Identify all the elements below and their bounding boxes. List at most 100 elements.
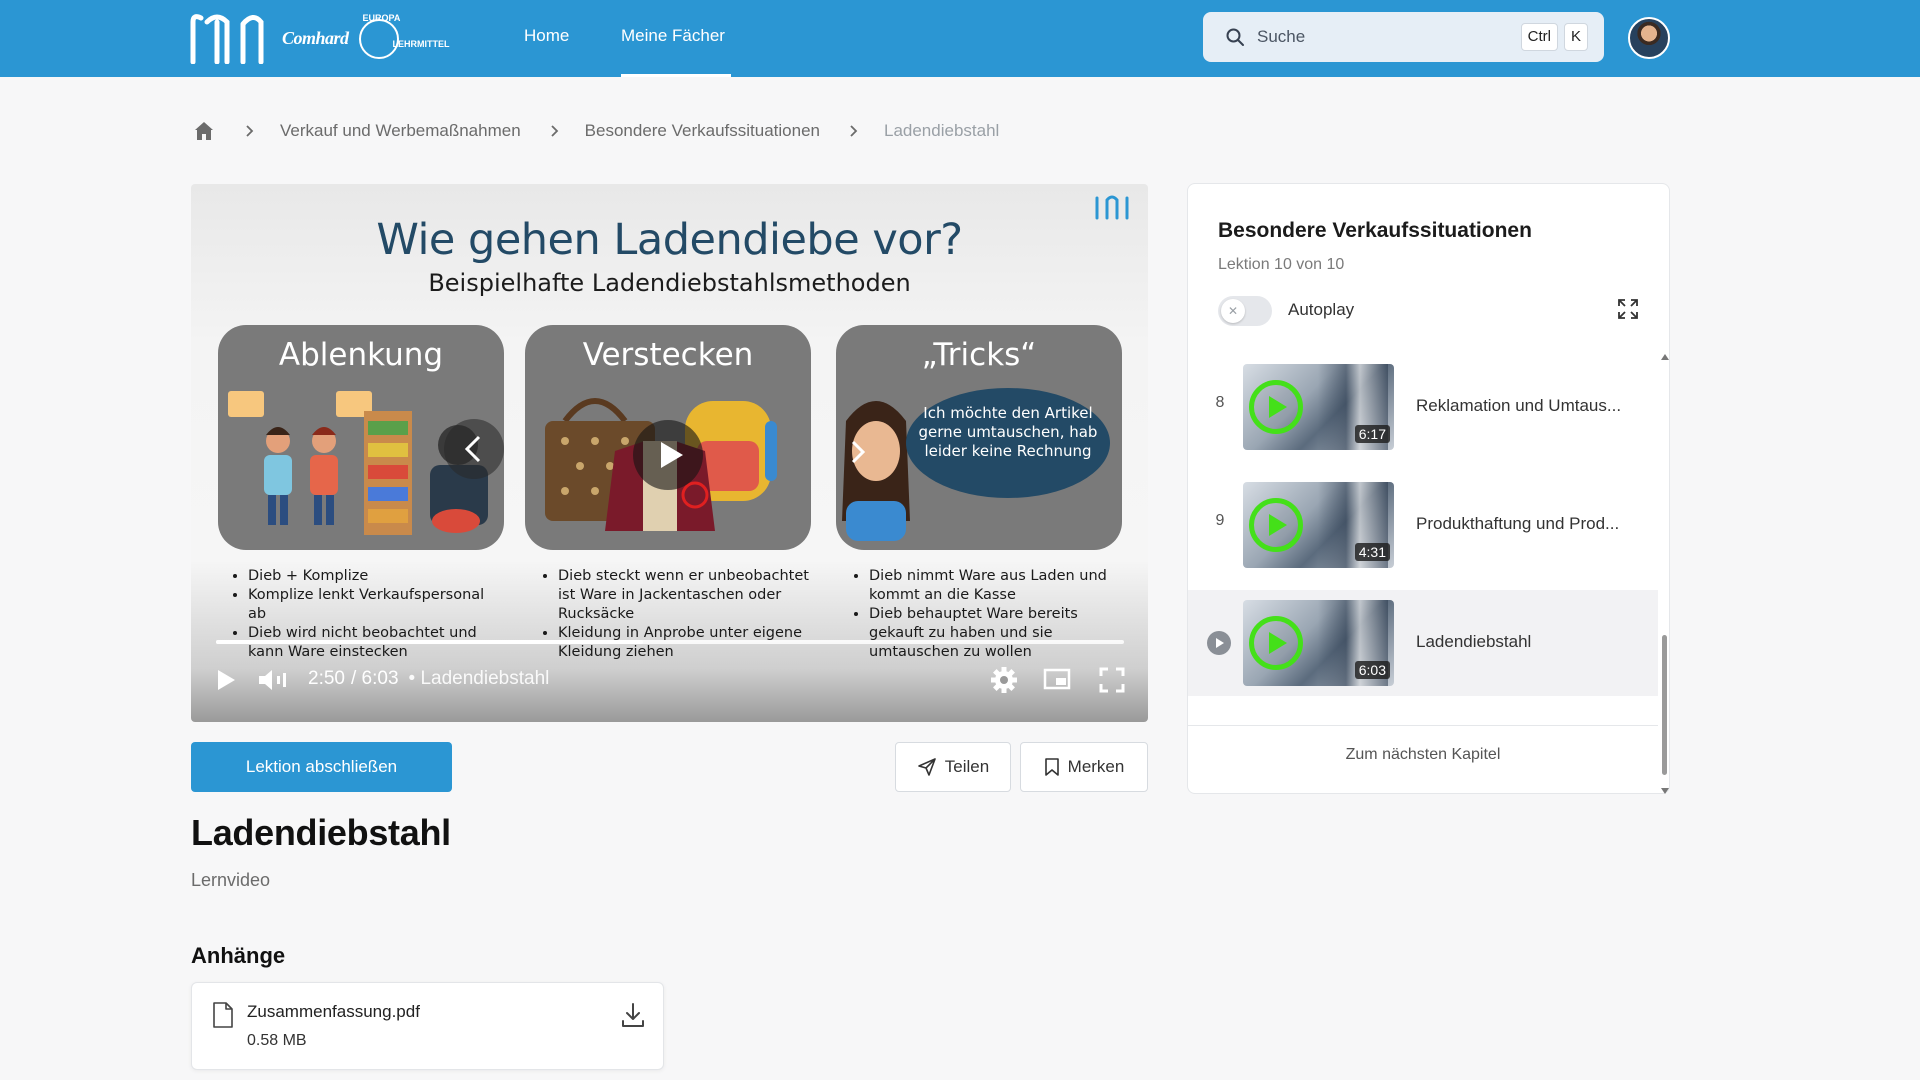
- scroll-up-icon[interactable]: [1661, 354, 1669, 360]
- lesson-thumbnail: 4:31: [1243, 482, 1394, 568]
- settings-gear-icon[interactable]: [990, 666, 1018, 694]
- shortcut-ctrl-key: Ctrl: [1520, 23, 1558, 51]
- lesson-playlist-panel: Besondere Verkaufssituationen Lektion 10…: [1187, 183, 1670, 794]
- attachment-name: Zusammenfassung.pdf: [247, 1002, 420, 1021]
- complete-lesson-button[interactable]: Lektion abschließen: [191, 742, 452, 792]
- scroll-down-icon[interactable]: [1661, 788, 1669, 794]
- file-icon: [213, 1002, 233, 1028]
- picture-in-picture-icon[interactable]: [1043, 667, 1071, 691]
- playlist-scrollbar[interactable]: [1661, 354, 1669, 794]
- attachments-heading: Anhänge: [191, 943, 286, 968]
- slide-bullets-verstecken: Dieb steckt wenn er unbeobachtet ist War…: [526, 567, 816, 662]
- lesson-duration: 6:03: [1354, 661, 1390, 679]
- lesson-type: Lernvideo: [191, 870, 271, 890]
- slide-subtitle: Beispielhafte Ladendiebstahlsmethoden: [428, 269, 911, 297]
- search-icon: [1226, 28, 1244, 46]
- lesson-counter: Lektion 10 von 10: [1218, 256, 1345, 273]
- user-avatar[interactable]: [1628, 17, 1670, 59]
- partner-logos: Comhard EUROPA LEHRMITTEL: [282, 13, 450, 61]
- lesson-list: 8 6:17 Reklamation und Umtaus... 9 4:31 …: [1188, 354, 1658, 714]
- chevron-right-icon: [551, 125, 558, 137]
- europa-lehrmittel-logo: EUROPA LEHRMITTEL: [358, 13, 450, 61]
- slide-card-title: Ablenkung: [278, 337, 444, 373]
- volume-icon[interactable]: [257, 668, 291, 692]
- breadcrumb-item-verkauf[interactable]: Verkauf und Werbemaßnahmen: [280, 121, 521, 141]
- bookmark-button[interactable]: Merken: [1020, 742, 1148, 792]
- chevron-right-icon[interactable]: [841, 432, 875, 472]
- divider: [1188, 725, 1658, 726]
- breadcrumb: Verkauf und Werbemaßnahmen Besondere Ver…: [192, 118, 999, 144]
- share-label: Teilen: [944, 757, 990, 776]
- slide-bullet: Dieb + Komplize: [248, 567, 506, 586]
- expand-icon[interactable]: [1617, 298, 1639, 320]
- scrollbar-thumb[interactable]: [1662, 635, 1667, 775]
- slide-card-title: „Tricks“: [921, 337, 1037, 373]
- lesson-thumbnail: 6:03: [1243, 600, 1394, 686]
- play-icon[interactable]: [215, 668, 237, 692]
- play-icon: [1269, 396, 1287, 418]
- bookmark-label: Merken: [1067, 757, 1125, 776]
- chevron-right-icon: [246, 125, 254, 137]
- current-time: 2:50: [308, 668, 345, 689]
- slide-card-tricks: „Tricks“ Ich möchte den Artikel gerne um…: [836, 325, 1122, 550]
- chapter-title: Besondere Verkaufssituationen: [1218, 219, 1532, 242]
- send-icon: [917, 758, 936, 776]
- play-icon: [1269, 514, 1287, 536]
- previous-slide-button[interactable]: [444, 419, 504, 479]
- lesson-title: Ladendiebstahl: [1416, 632, 1532, 651]
- slide-bullets-tricks: Dieb nimmt Ware aus Laden und kommt an d…: [837, 567, 1127, 662]
- next-chapter-link[interactable]: Zum nächsten Kapitel: [1188, 746, 1658, 764]
- list-item-active[interactable]: 6:03 Ladendiebstahl: [1188, 590, 1658, 696]
- breadcrumb-item-besondere[interactable]: Besondere Verkaufssituationen: [585, 121, 820, 141]
- list-item[interactable]: 8 6:17 Reklamation und Umtaus...: [1188, 354, 1658, 460]
- lesson-title: Reklamation und Umtaus...: [1416, 396, 1622, 415]
- video-controls: 2:50/ 6:03 • Ladendiebstahl: [191, 654, 1148, 706]
- slide-bullet: Dieb nimmt Ware aus Laden und kommt an d…: [869, 567, 1127, 605]
- play-icon: [1269, 632, 1287, 654]
- lesson-title: Produkthaftung und Prod...: [1416, 514, 1620, 533]
- slide-bullet: Dieb steckt wenn er unbeobachtet ist War…: [558, 567, 816, 624]
- share-button[interactable]: Teilen: [895, 742, 1011, 792]
- play-icon: [661, 442, 683, 468]
- nav-home[interactable]: Home: [524, 0, 574, 77]
- speech-bubble: Ich möchte den Artikel gerne umtauschen,…: [906, 388, 1110, 498]
- lesson-number: 8: [1215, 394, 1225, 411]
- video-progress-bar[interactable]: [216, 640, 1124, 644]
- nav-meine-faecher[interactable]: Meine Fächer: [621, 0, 731, 77]
- now-playing-icon: [1207, 631, 1231, 655]
- slide-bullets-ablenkung: Dieb + Komplize Komplize lenkt Verkaufsp…: [216, 567, 506, 662]
- lesson-duration: 6:17: [1354, 425, 1390, 443]
- chapter-label: • Ladendiebstahl: [408, 668, 550, 689]
- video-time: 2:50/ 6:03 • Ladendiebstahl: [308, 668, 549, 690]
- duration: / 6:03: [350, 668, 399, 689]
- slide-title: Wie gehen Ladendiebe vor?: [376, 215, 963, 265]
- search-input[interactable]: Suche Ctrl K: [1203, 12, 1604, 62]
- top-navigation-bar: Comhard EUROPA LEHRMITTEL Home Meine Fäc…: [0, 0, 1920, 77]
- video-progress-fill: [216, 640, 643, 644]
- autoplay-toggle[interactable]: ✕: [1218, 296, 1272, 326]
- search-placeholder: Suche: [1257, 27, 1306, 46]
- bookmark-icon: [1044, 758, 1059, 776]
- fullscreen-icon[interactable]: [1099, 667, 1125, 693]
- lesson-number: 9: [1215, 512, 1225, 529]
- lesson-thumbnail: 6:17: [1243, 364, 1394, 450]
- attachment-size: 0.58 MB: [247, 1032, 307, 1049]
- lesson-duration: 4:31: [1354, 543, 1390, 561]
- breadcrumb-item-current: Ladendiebstahl: [883, 121, 1000, 140]
- close-icon: ✕: [1221, 299, 1245, 323]
- autoplay-label: Autoplay: [1288, 300, 1355, 319]
- chevron-right-icon: [850, 125, 858, 137]
- slide-card-title: Verstecken: [582, 337, 754, 373]
- download-icon[interactable]: [619, 1001, 647, 1029]
- brand-logo-icon[interactable]: [189, 12, 265, 64]
- big-play-button[interactable]: [633, 420, 703, 490]
- shortcut-k-key: K: [1563, 23, 1588, 51]
- comhard-logo: Comhard: [282, 27, 349, 48]
- lesson-title: Ladendiebstahl: [191, 812, 451, 853]
- slide-bullet: Komplize lenkt Verkaufspersonal ab: [248, 586, 506, 624]
- attachment-item[interactable]: Zusammenfassung.pdf 0.58 MB: [191, 982, 664, 1070]
- video-player[interactable]: Wie gehen Ladendiebe vor? Beispielhafte …: [191, 184, 1148, 722]
- chevron-left-icon: [464, 435, 481, 463]
- list-item[interactable]: 9 4:31 Produkthaftung und Prod...: [1188, 472, 1658, 578]
- home-icon[interactable]: [192, 119, 216, 143]
